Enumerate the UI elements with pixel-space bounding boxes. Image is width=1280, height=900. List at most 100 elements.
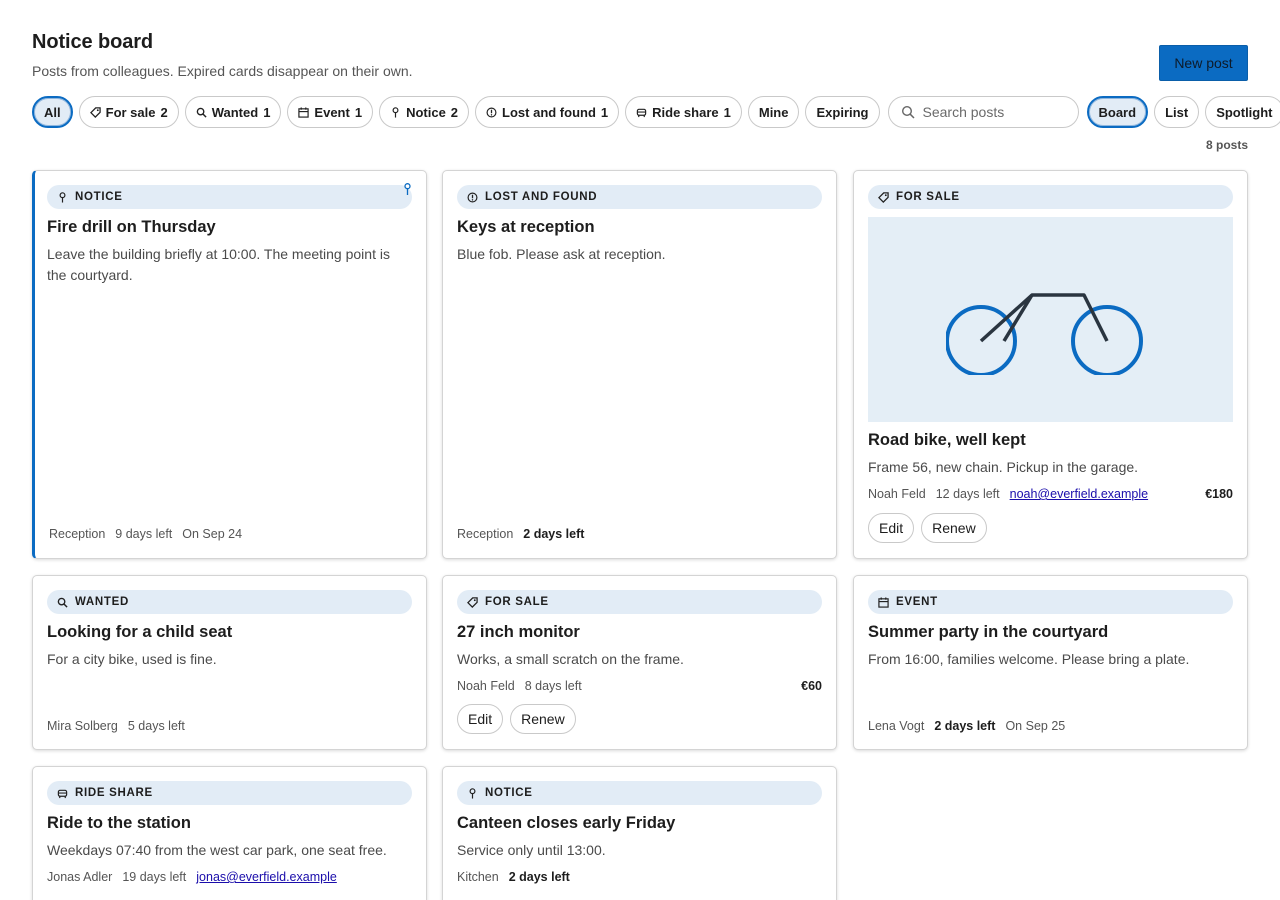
- post-card[interactable]: LOST AND FOUND Keys at reception Blue fo…: [442, 170, 837, 559]
- pin-icon: [392, 106, 399, 118]
- post-expiry: 2 days left: [508, 870, 570, 884]
- category-label: EVENT: [896, 596, 938, 608]
- filter-bar: All For sale 2 Wanted 1 Event 1 Notice 2…: [32, 96, 1280, 128]
- post-price: €180: [1205, 487, 1233, 501]
- filter-chip-wanted[interactable]: Wanted 1: [184, 96, 282, 128]
- filter-chip-label: Event: [314, 104, 350, 120]
- info-icon: [467, 192, 478, 202]
- post-author: Kitchen: [457, 870, 499, 884]
- post-author: Noah Feld: [457, 679, 515, 693]
- post-meta: Mira Solberg 5 days left: [47, 719, 412, 733]
- tag-icon: [878, 191, 889, 203]
- filter-chip-for-sale[interactable]: For sale 2: [78, 96, 179, 128]
- edit-button[interactable]: Edit: [868, 513, 915, 543]
- filter-chip-count: 1: [600, 104, 609, 120]
- post-body: For a city bike, used is fine.: [47, 651, 217, 667]
- car-icon: [57, 789, 68, 798]
- post-card[interactable]: NOTICE Fire drill on Thursday Leave the …: [32, 170, 427, 559]
- post-actions: Edit Renew: [457, 704, 576, 734]
- post-author: Reception: [49, 527, 106, 541]
- view-label: Spotlight: [1216, 104, 1273, 120]
- bicycle-illustration: [945, 292, 1143, 375]
- category-label: FOR SALE: [896, 191, 960, 203]
- filter-chip-label: For sale: [105, 104, 156, 120]
- car-icon: [636, 108, 647, 117]
- post-body: Frame 56, new chain. Pickup in the garag…: [868, 459, 1139, 475]
- post-author: Jonas Adler: [47, 870, 113, 884]
- post-card[interactable]: NOTICE Canteen closes early Friday Servi…: [442, 766, 837, 900]
- post-title: Fire drill on Thursday: [47, 218, 216, 236]
- post-card[interactable]: FOR SALE Road bike, well kept Frame 56, …: [853, 170, 1248, 559]
- post-meta: Jonas Adler 19 days left jonas@everfield…: [47, 870, 412, 884]
- post-expiry: 9 days left: [115, 527, 173, 541]
- filter-chip-event[interactable]: Event 1: [287, 96, 374, 128]
- search-icon: [57, 597, 68, 608]
- info-icon: [486, 107, 497, 117]
- category-badge: EVENT: [868, 590, 1233, 614]
- pinned-icon: [404, 183, 411, 195]
- post-card[interactable]: RIDE SHARE Ride to the station Weekdays …: [32, 766, 427, 900]
- filter-chip-count: 2: [450, 104, 459, 120]
- filter-chip-lost-and-found[interactable]: Lost and found 1: [475, 96, 620, 128]
- post-card[interactable]: WANTED Looking for a child seat For a ci…: [32, 575, 427, 750]
- calendar-icon: [878, 596, 889, 608]
- post-email-link[interactable]: noah@everfield.example: [1010, 487, 1148, 501]
- post-expiry: 2 days left: [523, 527, 585, 541]
- view-label: Board: [1098, 104, 1137, 120]
- post-title: Summer party in the courtyard: [868, 623, 1109, 641]
- post-card[interactable]: EVENT Summer party in the courtyard From…: [853, 575, 1248, 750]
- filter-chip-label: All: [44, 104, 61, 120]
- post-email-link[interactable]: jonas@everfield.example: [196, 870, 337, 884]
- post-meta: Reception 9 days left On Sep 24: [49, 527, 412, 541]
- filter-chip-label: Ride share: [652, 104, 719, 120]
- search-input[interactable]: [922, 104, 1073, 120]
- category-label: LOST AND FOUND: [485, 191, 598, 203]
- category-badge: WANTED: [47, 590, 412, 614]
- pin-icon: [59, 191, 66, 203]
- renew-button[interactable]: Renew: [921, 513, 987, 543]
- category-label: NOTICE: [75, 191, 123, 203]
- post-title: 27 inch monitor: [457, 623, 580, 641]
- post-meta: Kitchen 2 days left: [457, 870, 822, 884]
- new-post-button[interactable]: New post: [1159, 45, 1248, 81]
- post-body: From 16:00, families welcome. Please bri…: [868, 651, 1190, 667]
- post-count: 8 posts: [1205, 138, 1248, 152]
- filter-chip-notice[interactable]: Notice 2: [379, 96, 470, 128]
- filter-chip-count: 1: [263, 104, 271, 120]
- post-body: Service only until 13:00.: [457, 842, 606, 858]
- view-board-button[interactable]: Board: [1086, 96, 1149, 128]
- post-price: €60: [801, 679, 822, 693]
- category-badge: LOST AND FOUND: [457, 185, 822, 209]
- page-title: Notice board: [32, 31, 154, 53]
- edit-button[interactable]: Edit: [457, 704, 504, 734]
- renew-button[interactable]: Renew: [510, 704, 576, 734]
- post-meta: Noah Feld 8 days left €60: [457, 679, 822, 693]
- search-box: [887, 96, 1079, 128]
- post-body: Weekdays 07:40 from the west car park, o…: [47, 842, 387, 858]
- bicycle-image: [868, 217, 1233, 422]
- filter-chip-expiring[interactable]: Expiring: [805, 96, 880, 128]
- post-author: Lena Vogt: [868, 719, 925, 733]
- category-badge: NOTICE: [47, 185, 412, 209]
- view-list-button[interactable]: List: [1154, 96, 1200, 128]
- post-author: Mira Solberg: [47, 719, 118, 733]
- filter-chip-label: Notice: [406, 104, 446, 120]
- filter-chip-ride-share[interactable]: Ride share 1: [625, 96, 742, 128]
- filter-chip-label: Wanted: [211, 104, 259, 120]
- category-label: WANTED: [75, 596, 130, 608]
- post-author: Noah Feld: [868, 487, 926, 501]
- post-expiry: 12 days left: [935, 487, 1000, 501]
- post-title: Looking for a child seat: [47, 623, 233, 641]
- post-card[interactable]: FOR SALE 27 inch monitor Works, a small …: [442, 575, 837, 750]
- post-expiry: 8 days left: [524, 679, 582, 693]
- pin-icon: [469, 787, 476, 799]
- filter-chip-all[interactable]: All: [32, 96, 73, 128]
- category-label: FOR SALE: [485, 596, 549, 608]
- post-date: On Sep 25: [1005, 719, 1066, 733]
- filter-chip-mine[interactable]: Mine: [747, 96, 800, 128]
- view-spotlight-button[interactable]: Spotlight: [1205, 96, 1280, 128]
- post-expiry: 2 days left: [934, 719, 996, 733]
- view-label: List: [1165, 104, 1189, 120]
- page-subtitle: Posts from colleagues. Expired cards dis…: [32, 63, 413, 79]
- post-title: Road bike, well kept: [868, 431, 1026, 449]
